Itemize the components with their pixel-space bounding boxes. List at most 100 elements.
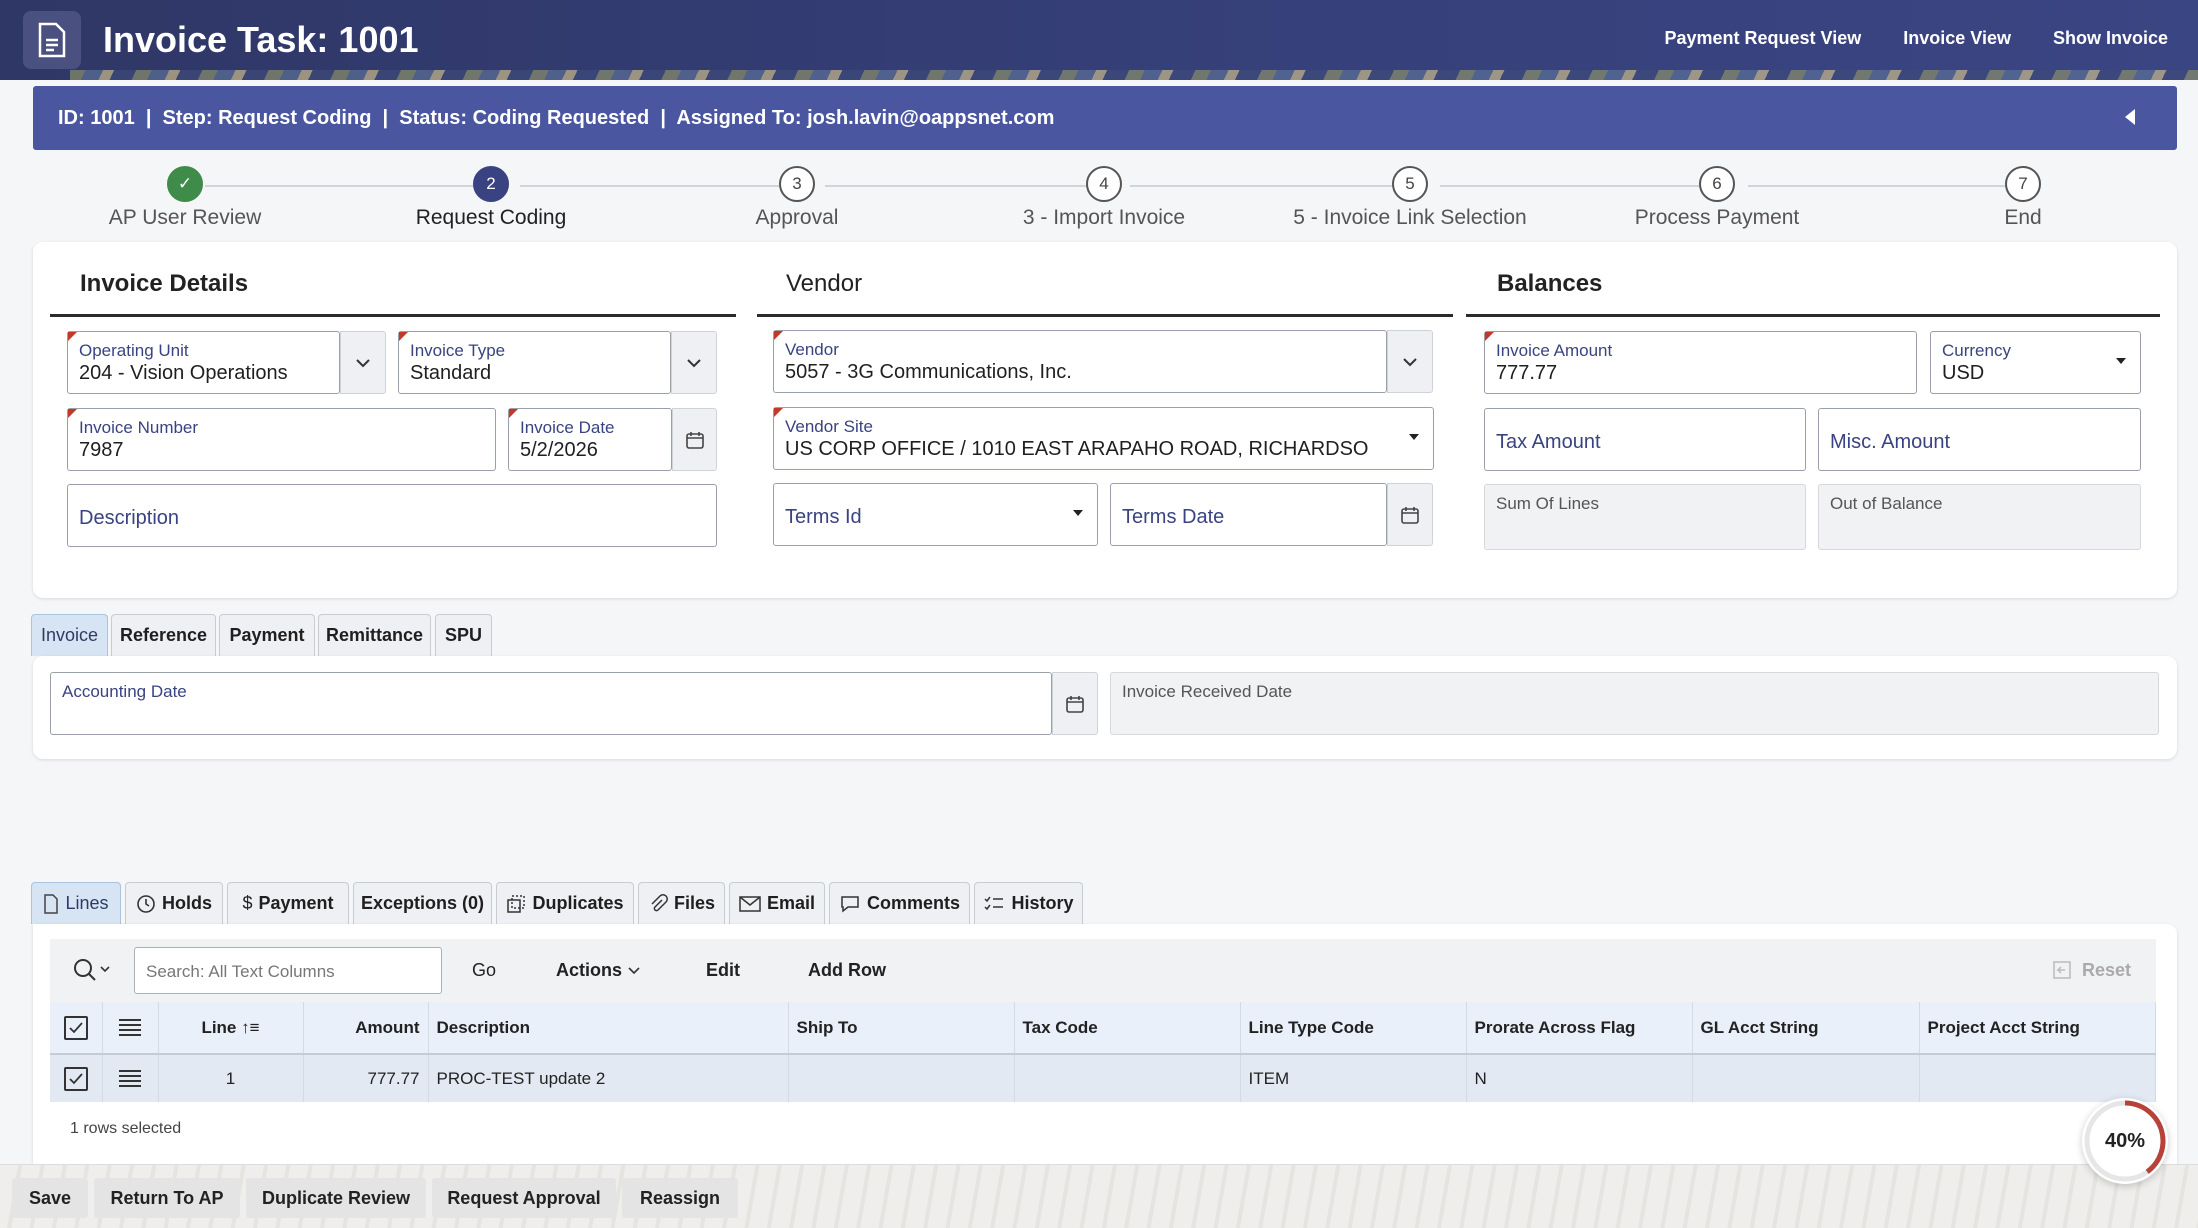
column-header-tax-code[interactable]: Tax Code (1014, 1002, 1241, 1055)
duplicate-review-button[interactable]: Duplicate Review (246, 1178, 426, 1218)
reset-icon (2053, 961, 2071, 979)
workflow-stepper: ✓ AP User Review 2 Request Coding 3 Appr… (0, 166, 2198, 236)
comment-icon (841, 895, 859, 913)
row-menu-icon[interactable] (119, 1070, 141, 1087)
edit-button[interactable]: Edit (706, 960, 740, 981)
sort-ascending-icon: ↑≡ (241, 1017, 260, 1037)
request-approval-button[interactable]: Request Approval (432, 1178, 616, 1218)
cell-ship-to[interactable] (788, 1054, 1015, 1102)
column-header-line-type-code[interactable]: Line Type Code (1240, 1002, 1467, 1055)
tab-payment[interactable]: Payment (219, 614, 315, 656)
column-header-line[interactable]: Line ↑≡ (158, 1002, 304, 1055)
cell-tax-code[interactable] (1014, 1054, 1241, 1102)
step-end: 7 End (1873, 166, 2173, 230)
table-row[interactable]: 1 777.77 PROC-TEST update 2 ITEM N (50, 1054, 2156, 1102)
column-menu-icon[interactable] (119, 1019, 141, 1036)
tab-comments[interactable]: Comments (829, 882, 970, 924)
invoice-amount-field[interactable]: Invoice Amount 777.77 (1484, 331, 1917, 394)
progress-indicator: 40% (2082, 1098, 2168, 1184)
misc-amount-field[interactable]: Misc. Amount (1818, 408, 2141, 471)
column-header-gl-acct-string[interactable]: GL Acct String (1692, 1002, 1920, 1055)
page-title: Invoice Task: 1001 (103, 19, 419, 60)
accounting-date-field[interactable]: Accounting Date (50, 672, 1052, 735)
dropdown-arrow-icon[interactable] (1409, 434, 1419, 440)
clock-icon (137, 894, 155, 913)
chevron-down-icon (628, 967, 640, 975)
check-icon: ✓ (167, 166, 203, 202)
show-invoice-button[interactable]: Show Invoice (2035, 20, 2186, 57)
column-header-prorate-across-flag[interactable]: Prorate Across Flag (1466, 1002, 1693, 1055)
sum-of-lines-field: Sum Of Lines (1484, 484, 1806, 550)
vendor-field[interactable]: Vendor 5057 - 3G Communications, Inc. (773, 330, 1387, 393)
dropdown-arrow-icon[interactable] (1073, 510, 1083, 516)
duplicate-icon (507, 894, 526, 913)
tab-holds[interactable]: Holds (125, 882, 223, 924)
invoice-lines-table: Line ↑≡ Amount Description Ship To Tax C… (50, 1002, 2156, 1102)
calendar-icon[interactable] (1052, 672, 1098, 735)
vendor-title: Vendor (786, 270, 863, 297)
cell-description[interactable]: PROC-TEST update 2 (428, 1054, 789, 1102)
search-input[interactable]: Search: All Text Columns (134, 947, 442, 994)
collapse-left-icon[interactable] (2123, 108, 2137, 132)
column-header-ship-to[interactable]: Ship To (788, 1002, 1015, 1055)
vendor-site-field[interactable]: Vendor Site US CORP OFFICE / 1010 EAST A… (773, 407, 1434, 470)
cell-line[interactable]: 1 (158, 1054, 304, 1102)
cell-line-type-code[interactable]: ITEM (1240, 1054, 1467, 1102)
tab-files[interactable]: Files (638, 882, 725, 924)
tab-reference[interactable]: Reference (111, 614, 216, 656)
dropdown-arrow-icon[interactable] (2116, 358, 2126, 364)
column-header-project-acct-string[interactable]: Project Acct String (1919, 1002, 2156, 1055)
calendar-icon[interactable] (672, 408, 717, 471)
return-to-ap-button[interactable]: Return To AP (94, 1178, 240, 1218)
dollar-icon: $ (242, 893, 253, 913)
terms-id-field[interactable]: Terms Id (773, 483, 1098, 546)
bottom-action-bar: Save Return To AP Duplicate Review Reque… (0, 1164, 2198, 1228)
terms-date-field[interactable]: Terms Date (1110, 483, 1387, 546)
select-all-checkbox[interactable] (63, 1015, 88, 1040)
invoice-number-field[interactable]: Invoice Number 7987 (67, 408, 496, 471)
invoice-view-button[interactable]: Invoice View (1885, 20, 2029, 57)
tab-spu[interactable]: SPU (435, 614, 492, 656)
reset-button[interactable]: Reset (2052, 960, 2131, 981)
tab-history[interactable]: History (974, 882, 1083, 924)
paperclip-icon (651, 893, 668, 911)
payment-request-view-button[interactable]: Payment Request View (1647, 20, 1880, 57)
cell-project-acct-string[interactable] (1919, 1054, 2156, 1102)
cell-prorate-across-flag[interactable]: N (1466, 1054, 1693, 1102)
row-checkbox[interactable] (63, 1066, 88, 1091)
column-header-description[interactable]: Description (428, 1002, 789, 1055)
tab-exceptions[interactable]: Exceptions (0) (353, 882, 492, 924)
invoice-date-field[interactable]: Invoice Date 5/2/2026 (508, 408, 672, 471)
step-process-payment: 6 Process Payment (1567, 166, 1867, 230)
table-header-row: Line ↑≡ Amount Description Ship To Tax C… (50, 1002, 2156, 1055)
document-icon (44, 893, 59, 914)
tab-duplicates[interactable]: Duplicates (496, 882, 634, 924)
save-button[interactable]: Save (12, 1178, 88, 1218)
checklist-icon (984, 896, 1004, 910)
app-header: Invoice Task: 1001 Payment Request View … (0, 0, 2198, 80)
chevron-down-icon[interactable] (671, 331, 717, 394)
invoice-type-field[interactable]: Invoice Type Standard (398, 331, 671, 394)
description-field[interactable]: Description (67, 484, 717, 547)
cell-gl-acct-string[interactable] (1692, 1054, 1920, 1102)
tab-invoice[interactable]: Invoice (31, 614, 108, 656)
operating-unit-field[interactable]: Operating Unit 204 - Vision Operations (67, 331, 340, 394)
calendar-icon[interactable] (1387, 483, 1433, 546)
tax-amount-field[interactable]: Tax Amount (1484, 408, 1806, 471)
currency-select[interactable]: Currency USD (1930, 331, 2141, 394)
tab-remittance[interactable]: Remittance (318, 614, 431, 656)
task-info-bar: ID: 1001 | Step: Request Coding | Status… (33, 86, 2177, 150)
tab-payment-lower[interactable]: $ Payment (227, 882, 349, 924)
tab-email[interactable]: Email (729, 882, 825, 924)
go-button[interactable]: Go (472, 960, 496, 981)
progress-label: 40% (2104, 1129, 2146, 1152)
actions-menu-button[interactable]: Actions (556, 960, 641, 981)
cell-amount[interactable]: 777.77 (303, 1054, 429, 1102)
column-header-amount[interactable]: Amount (303, 1002, 429, 1055)
reassign-button[interactable]: Reassign (622, 1178, 738, 1218)
chevron-down-icon[interactable] (1387, 330, 1433, 393)
search-icon[interactable] (72, 957, 112, 988)
add-row-button[interactable]: Add Row (808, 960, 886, 981)
chevron-down-icon[interactable] (340, 331, 386, 394)
tab-lines[interactable]: Lines (31, 882, 121, 924)
